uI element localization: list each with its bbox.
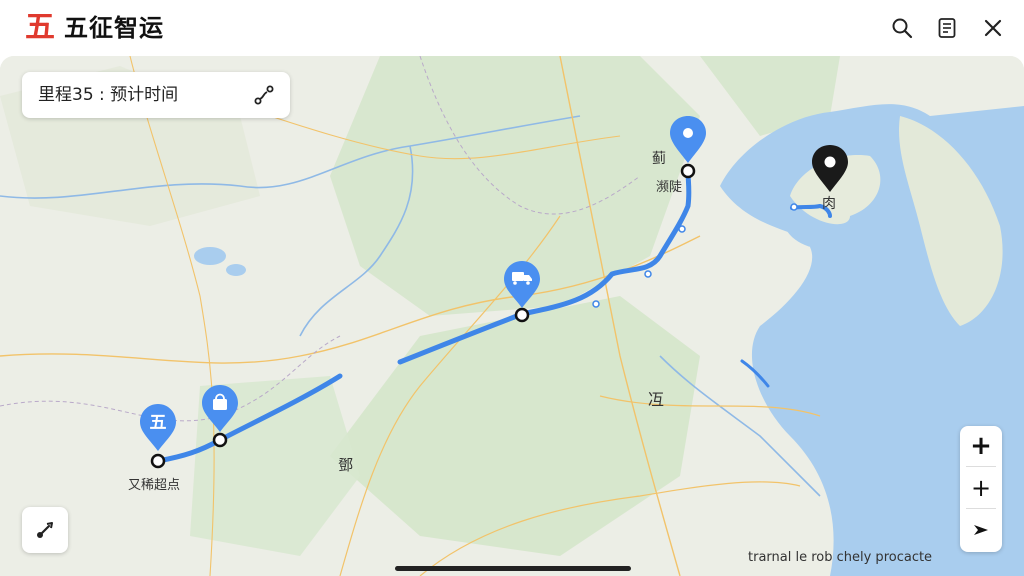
map-controls: + +	[960, 426, 1002, 552]
route-node-shop[interactable]	[212, 432, 228, 448]
start-marker-label: 五	[150, 413, 167, 433]
zoom-in-button[interactable]: +	[960, 426, 1002, 466]
map-label-south: 鄧	[338, 456, 354, 474]
map-label-origin: 又稀超点	[128, 478, 181, 493]
document-icon	[938, 18, 956, 38]
navigate-button[interactable]	[960, 510, 1002, 550]
document-button[interactable]	[931, 12, 963, 44]
location-dot-icon	[683, 128, 693, 138]
app-header: 五 五征智运	[0, 0, 1024, 56]
route-node-truck[interactable]	[514, 307, 530, 323]
add-label: +	[970, 474, 992, 502]
zoom-in-label: +	[970, 431, 992, 461]
route-tool-button[interactable]	[22, 507, 68, 553]
app-title: 五征智运	[64, 14, 164, 42]
close-button[interactable]	[977, 12, 1009, 44]
map-label-middle: 冱	[648, 390, 665, 409]
route-info-card[interactable]: 里程35 : 预计时间	[22, 72, 290, 118]
map-canvas: 五	[0, 56, 1024, 576]
route-icon	[254, 85, 274, 105]
destination-dot-icon	[824, 156, 836, 168]
home-indicator[interactable]	[395, 566, 631, 571]
app-logo: 五	[25, 10, 55, 45]
navigate-icon	[974, 525, 988, 535]
search-button[interactable]	[886, 12, 918, 44]
map-view[interactable]: 五 又稀超点 蓟 濒陡 肉 冱 鄧 里程35: 预计时间 + + trarna…	[0, 56, 1024, 576]
route-info-text: 里程35 : 预计时间	[38, 85, 179, 105]
route-node-origin[interactable]	[150, 453, 166, 469]
search-icon	[892, 18, 913, 39]
add-button[interactable]: +	[960, 468, 1002, 508]
close-icon	[984, 19, 1002, 37]
map-label-city-a: 蓟	[652, 151, 666, 167]
map-label-city-b: 濒陡	[656, 180, 683, 195]
map-label-destination: 肉	[822, 196, 836, 212]
route-tool-icon	[37, 522, 53, 538]
route-node-city[interactable]	[680, 163, 696, 179]
map-attribution: trarnal le rob chely procacte	[748, 550, 933, 565]
